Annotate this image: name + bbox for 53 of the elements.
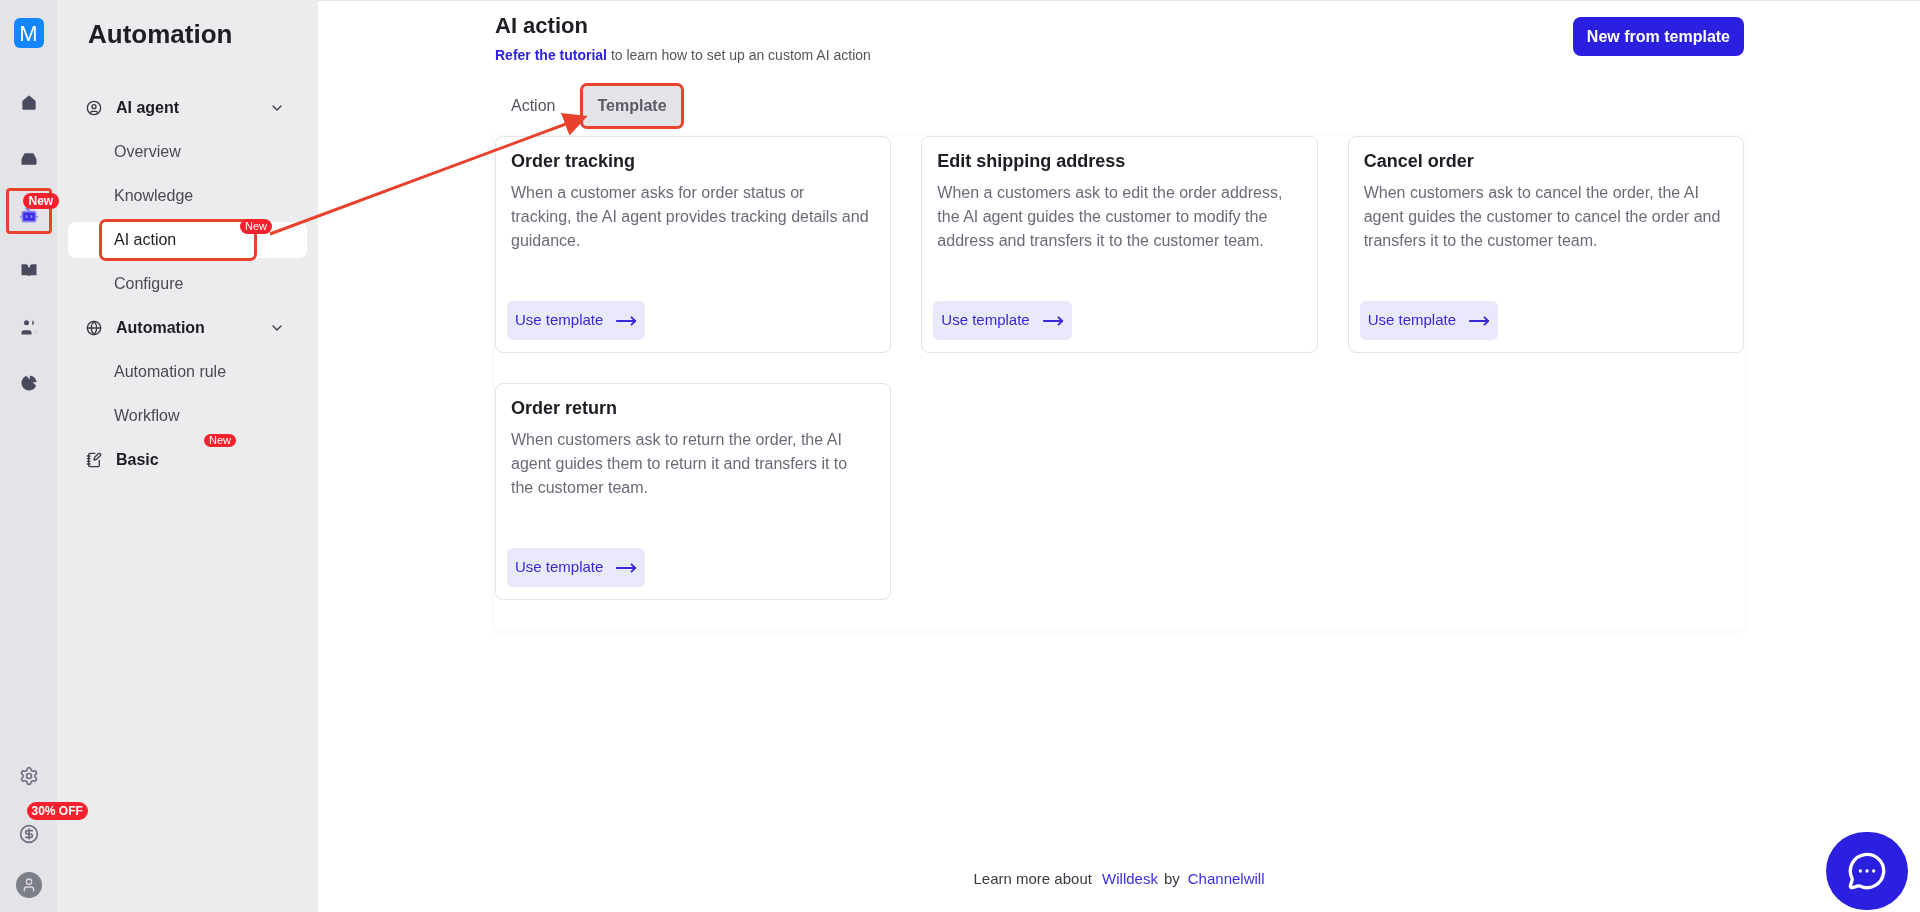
group-label: Automation: [116, 318, 205, 338]
discount-badge: 30% OFF: [26, 802, 88, 820]
note-icon: [86, 452, 102, 468]
use-template-button[interactable]: Use template: [507, 301, 646, 340]
card-description: When a customer asks for order status or tracking, the AI agent provides tracking details and guidance.: [510, 183, 870, 251]
card-title: Edit shipping address: [936, 150, 1127, 173]
card-title: Cancel order: [1362, 150, 1475, 173]
channelwill-link[interactable]: Channelwill: [1187, 869, 1265, 887]
pie-chart-icon: [18, 373, 39, 393]
use-template-button[interactable]: Use template: [933, 301, 1072, 340]
use-template-button[interactable]: Use template: [507, 548, 646, 587]
sidebar-item[interactable]: Workflow: [68, 398, 307, 434]
item-label: Workflow: [113, 406, 181, 426]
footer-text: Learn more about Willdesk by Channelwill: [973, 868, 1265, 889]
sidebar-item[interactable]: Overview: [68, 134, 307, 170]
item-label: Knowledge: [113, 186, 195, 206]
sidebar-item[interactable]: Configure: [68, 266, 307, 302]
page-subtitle: Refer the tutorial to learn how to set up an custom AI action: [495, 46, 871, 65]
new-from-template-button[interactable]: New from template: [1572, 17, 1744, 56]
card-title: Order return: [510, 397, 619, 420]
sidebar-group[interactable]: Automation: [68, 315, 307, 341]
page-title: AI action: [495, 12, 589, 40]
new-badge: New: [22, 193, 60, 209]
group-label: Basic: [116, 450, 159, 470]
settings-icon: [18, 766, 39, 786]
tab[interactable]: Action: [497, 86, 570, 126]
globe-icon: [86, 320, 102, 336]
chat-bubble-icon: [1847, 851, 1887, 891]
item-label: Configure: [113, 274, 185, 294]
card-title: Order tracking: [510, 150, 637, 173]
use-template-button[interactable]: Use template: [1359, 301, 1499, 340]
sidebar-group[interactable]: Basic: [68, 447, 307, 473]
group-label: AI agent: [116, 98, 180, 118]
sidebar-item[interactable]: Knowledge: [68, 178, 307, 214]
dollar-icon: [18, 824, 39, 844]
tab[interactable]: Template: [583, 86, 681, 126]
tutorial-link[interactable]: Refer the tutorial: [495, 47, 607, 63]
willdesk-link[interactable]: Willdesk: [1102, 869, 1158, 887]
user-circle-icon: [86, 100, 102, 116]
card-description: When customers ask to return the order, the AI agent guides them to return it and transfers it to the customer team.: [510, 430, 849, 498]
card-description: When a customers ask to edit the order address, the AI agent guides the customer to modify the address and transfers it to the customer team.: [936, 183, 1284, 251]
sidebar-group[interactable]: AI agent: [68, 95, 307, 121]
sidebar-title: Automation: [88, 18, 234, 51]
bot-icon: [18, 205, 39, 225]
new-badge: New: [240, 219, 272, 234]
new-badge: New: [204, 434, 236, 447]
sidebar-item[interactable]: Automation rule: [68, 354, 307, 390]
item-label: Overview: [113, 142, 182, 162]
card-description: When customers ask to cancel the order, the AI agent guides the customer to cancel the order and transfers it to the customer team.: [1362, 183, 1722, 251]
users-icon: [18, 317, 39, 337]
avatar[interactable]: [15, 872, 42, 898]
app-logo[interactable]: M: [13, 18, 44, 48]
item-label: Automation rule: [113, 362, 228, 382]
